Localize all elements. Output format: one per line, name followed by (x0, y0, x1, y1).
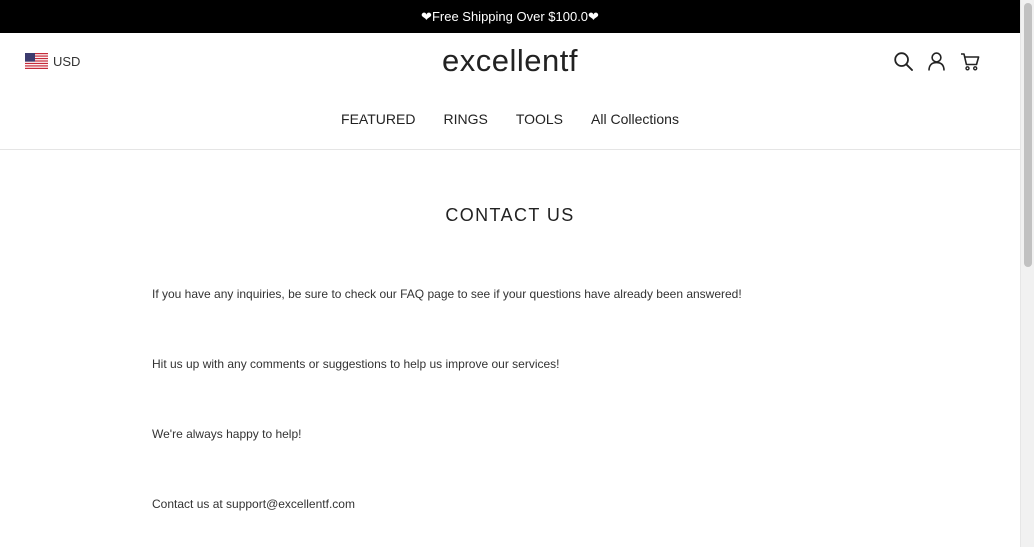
main-nav: FEATURED RINGS TOOLS All Collections (0, 111, 1020, 127)
nav-item-all-collections[interactable]: All Collections (591, 111, 679, 127)
contact-paragraph-email: Contact us at support@excellentf.com (152, 497, 355, 511)
announcement-bar: ❤Free Shipping Over $100.0❤ (0, 0, 1020, 33)
page-scrollbar[interactable] (1020, 0, 1034, 547)
nav-item-tools[interactable]: TOOLS (516, 111, 563, 127)
page-title: CONTACT US (445, 205, 575, 225)
contact-paragraph-faq: If you have any inquiries, be sure to ch… (152, 287, 742, 301)
nav-item-featured[interactable]: FEATURED (341, 111, 415, 127)
main-content: CONTACT US If you have any inquiries, be… (0, 150, 1020, 546)
search-icon[interactable] (893, 50, 914, 72)
cart-icon[interactable] (959, 50, 980, 72)
scrollbar-thumb[interactable] (1024, 3, 1032, 267)
announcement-text: ❤Free Shipping Over $100.0❤ (421, 8, 599, 24)
account-icon[interactable] (926, 50, 947, 72)
contact-paragraph-feedback: Hit us up with any comments or suggestio… (152, 357, 560, 371)
nav-item-rings[interactable]: RINGS (443, 111, 487, 127)
site-header: USD excellentf FEATURED RINGS TOOLS All … (0, 33, 1020, 150)
header-icons (893, 50, 980, 72)
page: ❤Free Shipping Over $100.0❤ USD excellen… (0, 0, 1020, 547)
site-logo-wrap: excellentf (0, 43, 1020, 79)
site-logo[interactable]: excellentf (442, 43, 578, 78)
contact-paragraph-help: We're always happy to help! (152, 427, 302, 441)
